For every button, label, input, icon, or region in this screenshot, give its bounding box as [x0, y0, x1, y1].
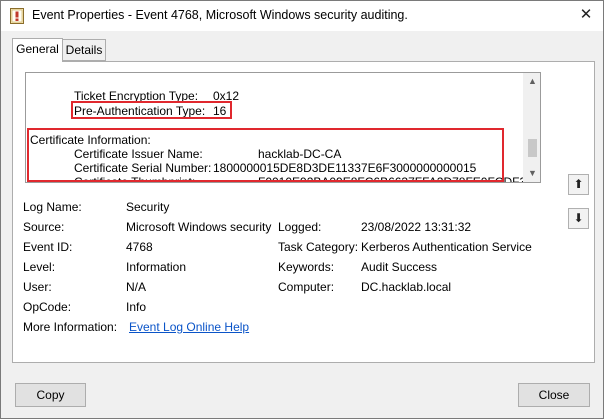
keywords-value: Audit Success [361, 260, 438, 274]
event-id-label: Event ID: [23, 240, 73, 254]
general-tab-panel: Ticket Encryption Type: 0x12 Pre-Authent… [12, 61, 595, 363]
event-id-value: 4768 [126, 240, 153, 254]
task-category-value: Kerberos Authentication Service [361, 240, 532, 254]
event-properties-window: Event Properties - Event 4768, Microsoft… [0, 0, 604, 419]
copy-button[interactable]: Copy [15, 383, 86, 407]
computer-value: DC.hacklab.local [361, 280, 452, 294]
tab-details[interactable]: Details [62, 39, 106, 61]
source-label: Source: [23, 220, 65, 234]
next-event-button[interactable]: ⬇ [568, 208, 589, 229]
event-description-box[interactable]: Ticket Encryption Type: 0x12 Pre-Authent… [25, 72, 541, 183]
previous-event-button[interactable]: ⬆ [568, 174, 589, 195]
close-window-icon[interactable]: ✕ [571, 3, 601, 27]
logged-label: Logged: [278, 220, 322, 234]
scrollbar-thumb[interactable] [528, 139, 537, 157]
certificate-highlight-box [27, 128, 504, 182]
window-title: Event Properties - Event 4768, Microsoft… [32, 8, 408, 22]
task-category-label: Task Category: [278, 240, 359, 254]
level-value: Information [126, 260, 187, 274]
source-value: Microsoft Windows security [126, 220, 272, 234]
scroll-down-arrow-icon[interactable]: ▼ [524, 165, 540, 182]
event-viewer-icon [10, 8, 24, 24]
level-label: Level: [23, 260, 56, 274]
opcode-value: Info [126, 300, 147, 314]
opcode-label: OpCode: [23, 300, 72, 314]
down-arrow-icon: ⬇ [573, 211, 584, 225]
user-label: User: [23, 280, 52, 294]
keywords-label: Keywords: [278, 260, 335, 274]
close-button[interactable]: Close [518, 383, 590, 407]
event-log-online-help-link[interactable]: Event Log Online Help [129, 320, 249, 334]
scroll-up-arrow-icon[interactable]: ▲ [524, 73, 540, 90]
log-name-label: Log Name: [23, 200, 82, 214]
title-bar: Event Properties - Event 4768, Microsoft… [1, 1, 603, 31]
preauth-highlight-box [71, 101, 232, 119]
computer-label: Computer: [278, 280, 335, 294]
log-name-value: Security [126, 200, 170, 214]
more-information-label: More Information: [23, 320, 118, 334]
user-value: N/A [126, 280, 147, 294]
up-arrow-icon: ⬆ [573, 177, 584, 191]
logged-value: 23/08/2022 13:31:32 [361, 220, 472, 234]
tab-general[interactable]: General [12, 38, 63, 62]
description-scrollbar[interactable]: ▲ ▼ [523, 73, 540, 182]
